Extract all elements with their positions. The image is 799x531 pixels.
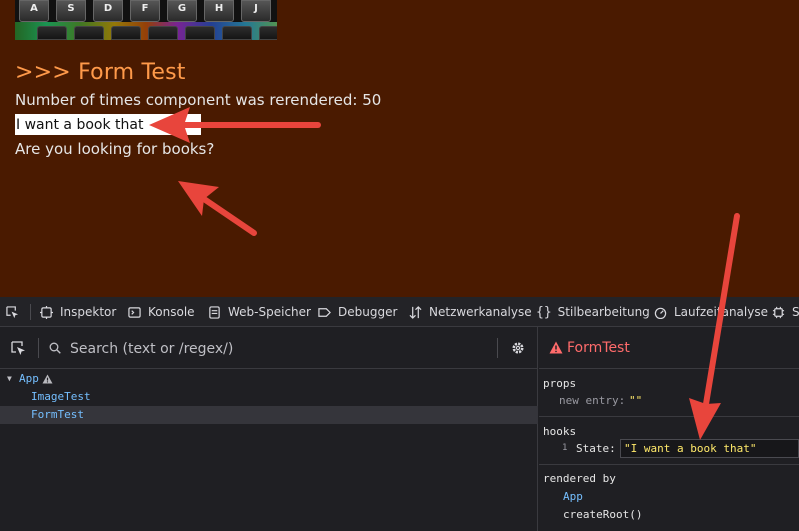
tree-item-app[interactable]: ▼ App bbox=[0, 370, 538, 388]
rendered-by-app-link[interactable]: App bbox=[563, 490, 583, 503]
prop-key: new entry: bbox=[559, 394, 626, 407]
chevron-down-icon[interactable]: ▼ bbox=[7, 370, 12, 388]
tree-item-label: ImageTest bbox=[31, 390, 91, 403]
tab-inspektor[interactable]: Inspektor bbox=[40, 297, 116, 327]
tree-item-imagetest[interactable]: ImageTest bbox=[0, 388, 538, 406]
pick-element-icon bbox=[6, 305, 19, 318]
keycap-f: F bbox=[130, 0, 160, 22]
keycap-s: S bbox=[56, 0, 86, 22]
inspector-header: FormTest bbox=[539, 327, 799, 369]
tab-web-speicher[interactable]: Web-Speicher bbox=[208, 297, 311, 327]
tab-label: Netzwerkanalyse bbox=[429, 305, 532, 319]
keyboard-image: A S D F G H J bbox=[15, 0, 277, 40]
form-title: >>> Form Test bbox=[15, 60, 186, 85]
tree-search-input[interactable] bbox=[70, 338, 490, 360]
tab-stilbearbeitung[interactable]: {} Stilbearbeitung bbox=[536, 297, 650, 327]
prop-value[interactable]: "" bbox=[629, 394, 642, 407]
tab-label: Inspektor bbox=[60, 305, 117, 319]
keycap-a: A bbox=[19, 0, 49, 22]
components-icon bbox=[772, 306, 785, 318]
keycap-h: H bbox=[204, 0, 234, 22]
console-icon bbox=[128, 306, 141, 318]
tab-label: Konsole bbox=[148, 305, 195, 319]
component-tree-panel: ▼ App ImageTest FormTest bbox=[0, 327, 538, 531]
style-editor-icon: {} bbox=[536, 304, 552, 320]
component-inspector-panel: FormTest props new entry: "" hooks 1 Sta… bbox=[539, 327, 799, 531]
debugger-icon bbox=[318, 307, 331, 317]
gear-icon[interactable] bbox=[511, 341, 525, 355]
warning-icon bbox=[42, 374, 53, 384]
devtools-panel: Inspektor Konsole Web-Speicher Debugger … bbox=[0, 297, 799, 531]
tree-search-bar bbox=[0, 327, 538, 369]
hooks-section-title: hooks bbox=[543, 425, 577, 438]
network-icon bbox=[409, 305, 422, 319]
tab-debugger[interactable]: Debugger bbox=[318, 297, 397, 327]
tab-label: Stilbearbeitung bbox=[557, 305, 650, 319]
keycap-d: D bbox=[93, 0, 123, 22]
tab-label: Laufzeitanalyse bbox=[674, 305, 768, 319]
tab-label: Debugger bbox=[338, 305, 398, 319]
tab-laufzeitanalyse[interactable]: Laufzeitanalyse bbox=[654, 297, 768, 327]
select-component-icon[interactable] bbox=[11, 341, 26, 356]
keycap-j: J bbox=[241, 0, 271, 22]
web-page-content: A S D F G H J >>> Form Test Number of ti… bbox=[0, 0, 799, 297]
warning-icon bbox=[549, 341, 563, 354]
tree-item-label: FormTest bbox=[31, 408, 84, 421]
keyboard-lower-row bbox=[15, 26, 277, 40]
performance-icon bbox=[654, 307, 667, 319]
devtools-toolbar: Inspektor Konsole Web-Speicher Debugger … bbox=[0, 297, 799, 327]
tree-item-label: App bbox=[19, 372, 39, 385]
component-name: FormTest bbox=[567, 340, 630, 356]
tab-label: Web-Speicher bbox=[228, 305, 311, 319]
rendered-by-createroot: createRoot() bbox=[563, 508, 643, 521]
state-value-input[interactable] bbox=[620, 439, 799, 458]
rendered-by-section-title: rendered by bbox=[543, 472, 616, 485]
hook-key: State: bbox=[576, 442, 616, 455]
hook-index: 1 bbox=[562, 443, 568, 453]
book-search-input[interactable] bbox=[15, 114, 201, 135]
keycap-g: G bbox=[167, 0, 197, 22]
pick-element-button[interactable] bbox=[6, 297, 19, 327]
inspector-icon bbox=[40, 305, 53, 319]
tab-konsole[interactable]: Konsole bbox=[128, 297, 195, 327]
tab-netzwerkanalyse[interactable]: Netzwerkanalyse bbox=[409, 297, 532, 327]
storage-icon bbox=[209, 305, 220, 319]
tab-components[interactable]: S bbox=[772, 297, 799, 327]
tab-label: S bbox=[792, 305, 799, 319]
rerender-count-text: Number of times component was rerendered… bbox=[15, 91, 382, 109]
tree-item-formtest[interactable]: FormTest bbox=[0, 406, 538, 424]
props-section-title: props bbox=[543, 377, 577, 390]
search-icon bbox=[49, 342, 61, 354]
question-text: Are you looking for books? bbox=[15, 140, 215, 158]
